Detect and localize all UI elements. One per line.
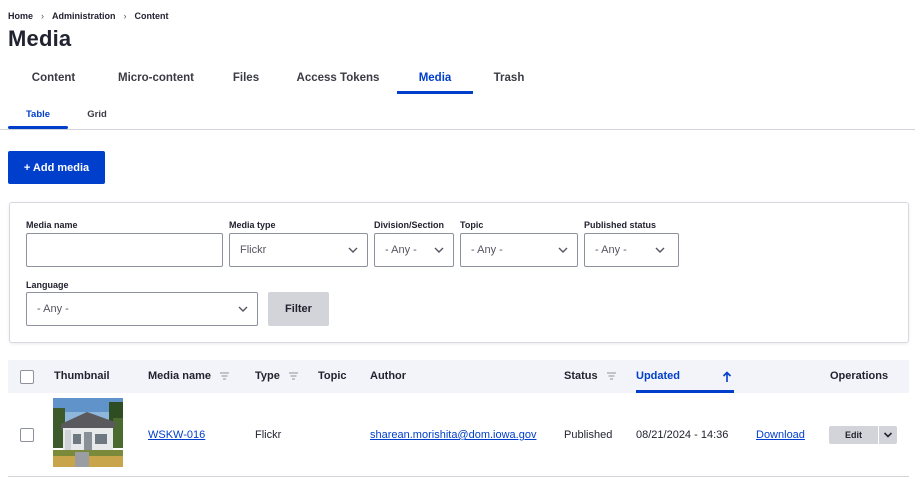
- media-name-link[interactable]: WSKW-016: [148, 429, 205, 441]
- download-cell: Download: [756, 429, 805, 441]
- tab-content[interactable]: Content: [17, 66, 90, 94]
- type-cell: Flickr: [255, 429, 282, 441]
- division-select[interactable]: - Any -: [374, 233, 454, 267]
- updated-cell: 08/21/2024 - 14:36: [636, 429, 729, 441]
- header-topic-label: Topic: [318, 370, 347, 382]
- breadcrumb-content[interactable]: Content: [135, 11, 169, 21]
- edit-button[interactable]: Edit: [829, 426, 878, 444]
- topic-select[interactable]: - Any -: [460, 233, 578, 267]
- status-cell: Published: [564, 429, 613, 441]
- media-type-value: Flickr: [240, 244, 267, 256]
- tab-grid[interactable]: Grid: [75, 109, 119, 129]
- chevron-down-icon: [348, 247, 358, 253]
- language-value: - Any -: [37, 303, 69, 315]
- tabs-divider: [0, 129, 915, 130]
- media-name-input[interactable]: [26, 233, 223, 267]
- header-updated-label: Updated: [636, 370, 680, 382]
- header-type[interactable]: Type: [255, 370, 298, 382]
- header-type-label: Type: [255, 370, 280, 382]
- header-operations: Operations: [830, 370, 888, 382]
- row-divider: [8, 476, 909, 477]
- author-cell: sharean.morishita@dom.iowa.gov: [370, 429, 536, 441]
- media-name-label: Media name: [26, 220, 78, 230]
- add-media-button[interactable]: + Add media: [8, 151, 105, 184]
- division-value: - Any -: [385, 244, 417, 256]
- chevron-down-icon: [238, 306, 248, 312]
- download-link[interactable]: Download: [756, 429, 805, 441]
- media-name-cell: WSKW-016: [148, 429, 205, 441]
- breadcrumb-separator: ›: [41, 11, 45, 21]
- operations-dropbutton: Edit: [829, 426, 897, 444]
- language-select[interactable]: - Any -: [26, 292, 258, 326]
- author-link[interactable]: sharean.morishita@dom.iowa.gov: [370, 429, 536, 441]
- sort-icon: [288, 372, 298, 380]
- tab-micro-content[interactable]: Micro-content: [106, 66, 206, 94]
- header-author-label: Author: [370, 370, 407, 382]
- tab-media[interactable]: Media: [397, 66, 473, 94]
- header-operations-label: Operations: [830, 370, 889, 382]
- header-status[interactable]: Status: [564, 370, 616, 382]
- tab-files[interactable]: Files: [222, 66, 270, 94]
- sort-icon: [219, 372, 229, 380]
- arrow-up-icon: [722, 371, 732, 382]
- chevron-down-icon: [655, 247, 665, 253]
- sort-icon: [606, 372, 616, 380]
- header-author: Author: [370, 370, 406, 382]
- header-status-label: Status: [564, 370, 598, 382]
- chevron-down-icon: [434, 247, 444, 253]
- sort-active-indicator: [636, 390, 734, 393]
- breadcrumb-separator: ›: [123, 11, 127, 21]
- header-thumbnail: Thumbnail: [54, 370, 110, 382]
- select-all-checkbox[interactable]: [20, 370, 34, 384]
- chevron-down-icon: [558, 247, 568, 253]
- media-type-select[interactable]: Flickr: [229, 233, 368, 267]
- secondary-tabs: Table Grid: [8, 109, 119, 129]
- published-status-label: Published status: [584, 220, 657, 230]
- breadcrumb: Home › Administration › Content: [8, 11, 169, 21]
- chevron-down-icon: [883, 432, 893, 438]
- tab-trash[interactable]: Trash: [484, 66, 534, 94]
- table-header: [8, 360, 909, 393]
- header-thumbnail-label: Thumbnail: [54, 370, 110, 382]
- filter-button[interactable]: Filter: [268, 292, 329, 326]
- breadcrumb-home[interactable]: Home: [8, 11, 33, 21]
- row-checkbox[interactable]: [20, 428, 34, 442]
- tab-access-tokens[interactable]: Access Tokens: [290, 66, 386, 94]
- page-title: Media: [8, 26, 72, 51]
- header-media-name[interactable]: Media name: [148, 370, 229, 382]
- primary-tabs: Content Micro-content Files Access Token…: [0, 66, 915, 94]
- header-media-name-label: Media name: [148, 370, 211, 382]
- media-type-label: Media type: [229, 220, 276, 230]
- building-photo-icon: [53, 398, 123, 467]
- breadcrumb-administration[interactable]: Administration: [52, 11, 116, 21]
- published-status-select[interactable]: - Any -: [584, 233, 679, 267]
- header-updated[interactable]: Updated: [636, 370, 734, 382]
- media-thumbnail: [53, 398, 123, 467]
- language-label: Language: [26, 280, 69, 290]
- published-status-value: - Any -: [595, 244, 627, 256]
- topic-value: - Any -: [471, 244, 503, 256]
- header-topic: Topic: [318, 370, 347, 382]
- operations-toggle-button[interactable]: [879, 426, 897, 444]
- division-label: Division/Section: [374, 220, 445, 230]
- topic-label: Topic: [460, 220, 484, 230]
- tab-table[interactable]: Table: [8, 109, 68, 129]
